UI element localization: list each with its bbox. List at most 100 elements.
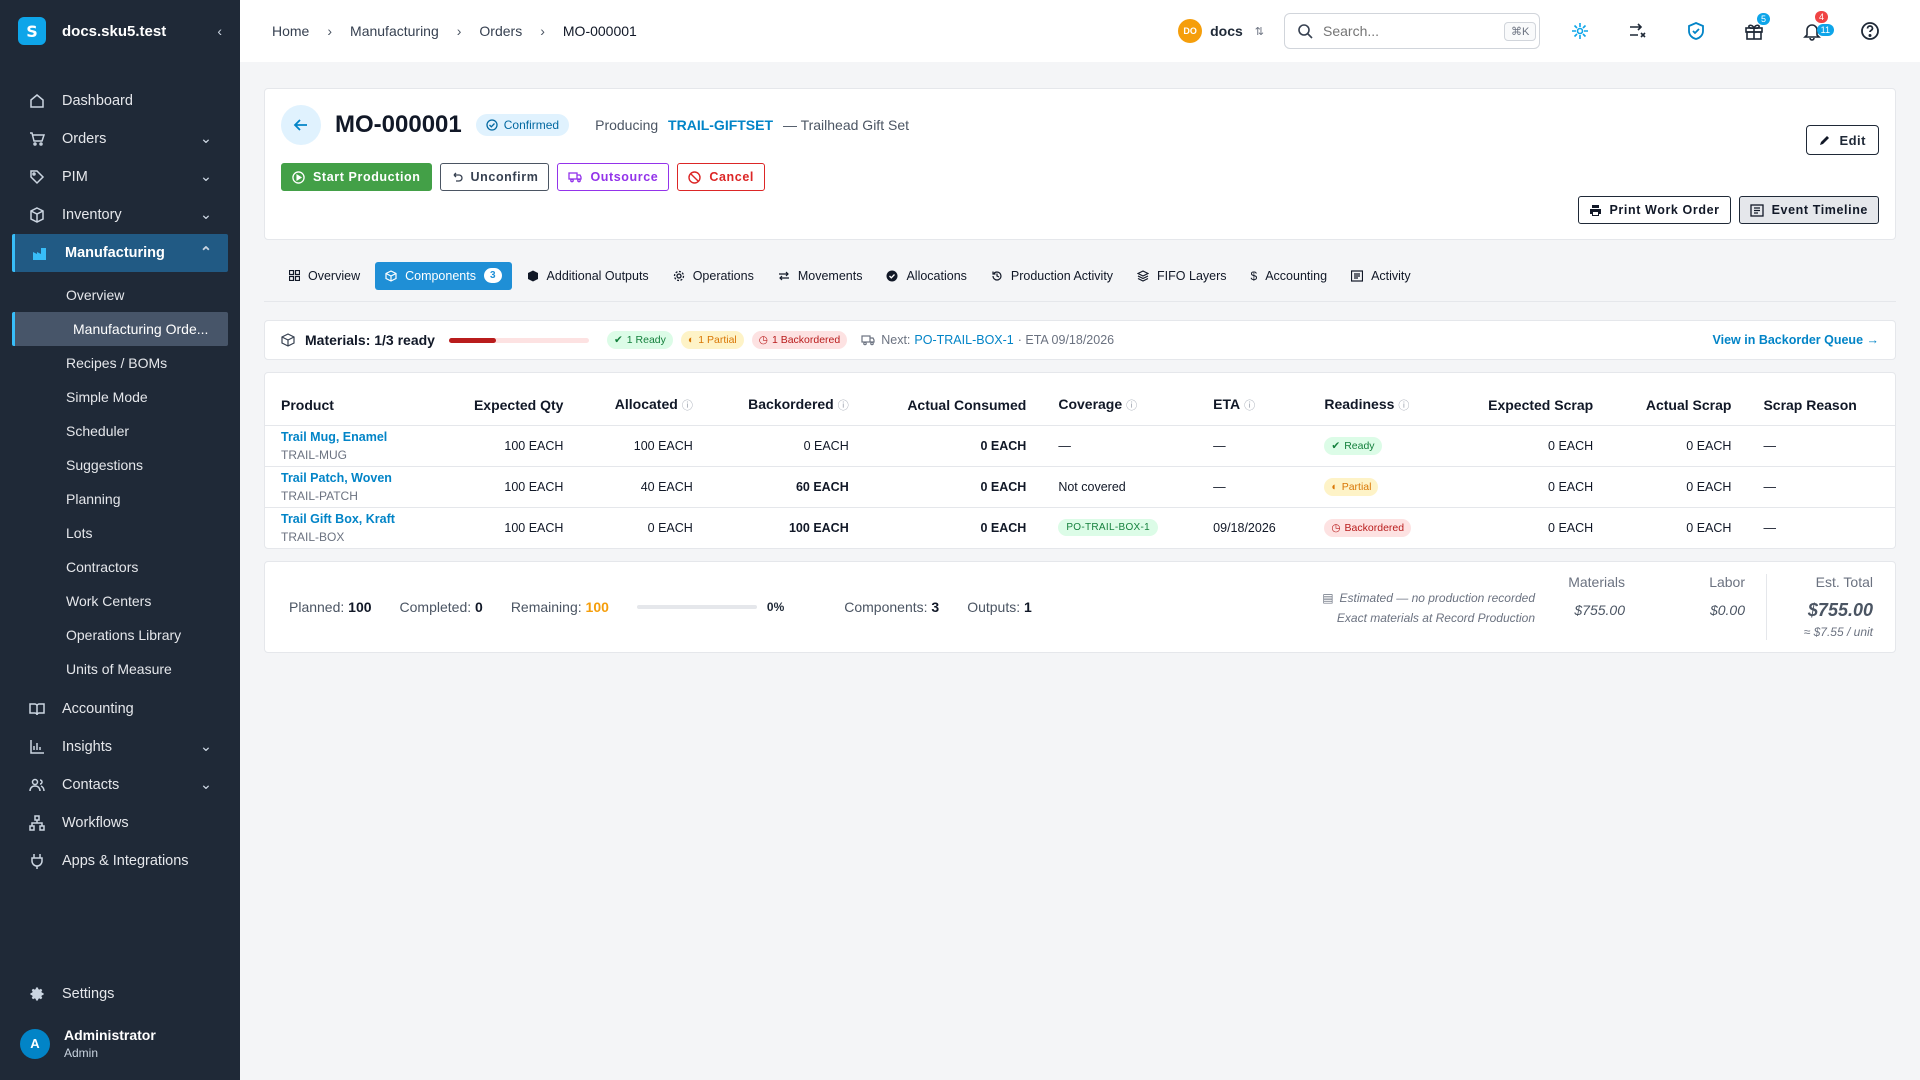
help-icon[interactable] xyxy=(1852,13,1888,49)
sidebar-item-dashboard[interactable]: Dashboard xyxy=(0,82,240,120)
chevron-right-icon: › xyxy=(327,23,333,39)
bell-icon[interactable]: 4 11 xyxy=(1794,11,1834,49)
tab-movements[interactable]: Movements xyxy=(769,262,872,290)
user-profile[interactable]: A Administrator Admin xyxy=(0,1013,240,1080)
tab-count-badge: 3 xyxy=(483,268,502,283)
collapse-sidebar-icon[interactable]: ‹ xyxy=(217,23,222,39)
tab-components[interactable]: Components 3 xyxy=(375,261,512,290)
col-eta[interactable]: ETA ⓘ xyxy=(1197,385,1309,426)
col-readiness[interactable]: Readiness ⓘ xyxy=(1308,385,1448,426)
sidebar-subitem-work-centers[interactable]: Work Centers xyxy=(0,584,240,618)
sidebar-item-manufacturing[interactable]: Manufacturing ⌃ xyxy=(12,234,228,272)
breadcrumb-manufacturing[interactable]: Manufacturing xyxy=(350,23,439,39)
start-production-button[interactable]: Start Production xyxy=(281,163,432,191)
col-product[interactable]: Product xyxy=(265,385,437,426)
tab-additional-outputs[interactable]: Additional Outputs xyxy=(518,262,658,290)
user-name: Administrator xyxy=(64,1027,156,1043)
brand-logo[interactable]: S xyxy=(18,17,46,45)
event-timeline-button[interactable]: Event Timeline xyxy=(1738,196,1879,224)
play-icon xyxy=(292,170,305,184)
brand-name: docs.sku5.test xyxy=(62,22,167,40)
sidebar-item-orders[interactable]: Orders ⌄ xyxy=(0,120,240,158)
tab-production-activity[interactable]: Production Activity xyxy=(982,262,1122,290)
sidebar-item-inventory[interactable]: Inventory ⌄ xyxy=(0,196,240,234)
search-box[interactable]: ⌘K xyxy=(1284,13,1540,49)
components-icon xyxy=(385,269,397,282)
brand: S docs.sku5.test ‹ xyxy=(0,0,240,62)
search-input[interactable] xyxy=(1323,23,1504,39)
coverage-po-link[interactable]: PO-TRAIL-BOX-1 xyxy=(1058,519,1158,537)
col-actual-scrap[interactable]: Actual Scrap xyxy=(1609,385,1748,426)
sidebar-item-workflows[interactable]: Workflows xyxy=(0,804,240,842)
ai-sparkle-icon[interactable] xyxy=(1562,13,1598,49)
next-arrival: Next: PO-TRAIL-BOX-1 · ETA 09/18/2026 xyxy=(861,333,1114,347)
sidebar-subitem-lots[interactable]: Lots xyxy=(0,516,240,550)
check-circle-icon: ✔ xyxy=(613,334,623,346)
compare-icon[interactable] xyxy=(1620,13,1656,49)
sidebar-item-pim[interactable]: PIM ⌄ xyxy=(0,158,240,196)
scrap-reason: — xyxy=(1763,520,1776,535)
status-badge: Confirmed xyxy=(475,114,570,136)
col-allocated[interactable]: Allocated ⓘ xyxy=(579,385,709,426)
breadcrumb-orders[interactable]: Orders xyxy=(479,23,522,39)
col-expected-scrap[interactable]: Expected Scrap xyxy=(1447,385,1610,426)
sidebar-subitem-units-of-measure[interactable]: Units of Measure xyxy=(0,652,240,686)
col-expected-qty[interactable]: Expected Qty xyxy=(436,385,580,426)
materials-label: Materials: 1/3 ready xyxy=(305,332,435,348)
shield-icon[interactable] xyxy=(1678,13,1714,49)
product-link[interactable]: Trail Gift Box, Kraft xyxy=(281,512,421,526)
edit-button[interactable]: Edit xyxy=(1806,125,1879,155)
org-switcher[interactable]: DO docs ⇅ xyxy=(1178,19,1264,43)
components-table-card: Product Expected Qty Allocated ⓘ Backorde… xyxy=(264,372,1896,549)
sidebar-item-settings[interactable]: Settings xyxy=(0,975,240,1013)
col-coverage[interactable]: Coverage ⓘ xyxy=(1042,385,1198,426)
topbar: Home › Manufacturing › Orders › MO-00000… xyxy=(240,0,1920,62)
outsource-button[interactable]: Outsource xyxy=(557,163,670,191)
sidebar-subitem-contractors[interactable]: Contractors xyxy=(0,550,240,584)
clock-icon: ◷ xyxy=(758,334,768,346)
tab-accounting[interactable]: $ Accounting xyxy=(1242,262,1337,290)
col-scrap-reason[interactable]: Scrap Reason xyxy=(1747,385,1895,426)
sidebar-item-apps[interactable]: Apps & Integrations xyxy=(0,842,240,880)
sidebar-subitem-scheduler[interactable]: Scheduler xyxy=(0,414,240,448)
unconfirm-button[interactable]: Unconfirm xyxy=(439,163,550,191)
breadcrumb-home[interactable]: Home xyxy=(272,23,309,39)
tab-allocations[interactable]: Allocations xyxy=(877,262,975,290)
sidebar-subitem-suggestions[interactable]: Suggestions xyxy=(0,448,240,482)
sidebar-subitem-recipes[interactable]: Recipes / BOMs xyxy=(0,346,240,380)
tab-overview[interactable]: Overview xyxy=(280,262,369,290)
sidebar-item-contacts[interactable]: Contacts ⌄ xyxy=(0,766,240,804)
col-backordered[interactable]: Backordered ⓘ xyxy=(708,385,865,426)
product-link[interactable]: Trail Patch, Woven xyxy=(281,471,421,485)
col-actual-consumed[interactable]: Actual Consumed xyxy=(864,385,1043,426)
readiness-badge: ◐ Partial xyxy=(1324,477,1379,496)
grid-icon xyxy=(289,270,300,281)
calculator-icon: ▤ xyxy=(1322,591,1334,605)
cancel-button[interactable]: Cancel xyxy=(677,163,765,191)
gift-icon[interactable]: 5 xyxy=(1736,13,1772,49)
sidebar-subitem-operations-library[interactable]: Operations Library xyxy=(0,618,240,652)
sidebar-item-insights[interactable]: Insights ⌄ xyxy=(0,728,240,766)
sidebar-subitem-overview[interactable]: Overview xyxy=(0,278,240,312)
readiness-badge: ✔ Ready xyxy=(1324,436,1382,455)
product-sku-link[interactable]: TRAIL-GIFTSET xyxy=(668,117,773,133)
production-progress xyxy=(636,605,757,609)
next-po-link[interactable]: PO-TRAIL-BOX-1 xyxy=(914,333,1013,347)
half-circle-icon: ◐ xyxy=(687,334,695,346)
product-link[interactable]: Trail Mug, Enamel xyxy=(281,430,421,444)
sidebar-item-accounting[interactable]: Accounting xyxy=(0,690,240,728)
back-button[interactable] xyxy=(281,105,321,145)
help-circle-icon: ⓘ xyxy=(1126,400,1138,413)
sidebar-subitem-simple-mode[interactable]: Simple Mode xyxy=(0,380,240,414)
tab-operations[interactable]: Operations xyxy=(664,262,763,290)
print-work-order-button[interactable]: Print Work Order xyxy=(1577,196,1731,224)
help-circle-icon: ⓘ xyxy=(1398,400,1410,413)
avatar: A xyxy=(20,1028,50,1059)
view-backorder-queue-link[interactable]: View in Backorder Queue → xyxy=(1713,333,1880,347)
sidebar-subitem-planning[interactable]: Planning xyxy=(0,482,240,516)
sidebar-subitem-manufacturing-orders[interactable]: Manufacturing Orde... xyxy=(12,312,228,346)
pencil-icon xyxy=(1819,134,1831,146)
tab-fifo-layers[interactable]: FIFO Layers xyxy=(1128,262,1235,290)
tab-activity[interactable]: Activity xyxy=(1342,262,1420,290)
estimated-total: Est. Total $755.00 ≈ $7.55 / unit xyxy=(1803,574,1873,639)
